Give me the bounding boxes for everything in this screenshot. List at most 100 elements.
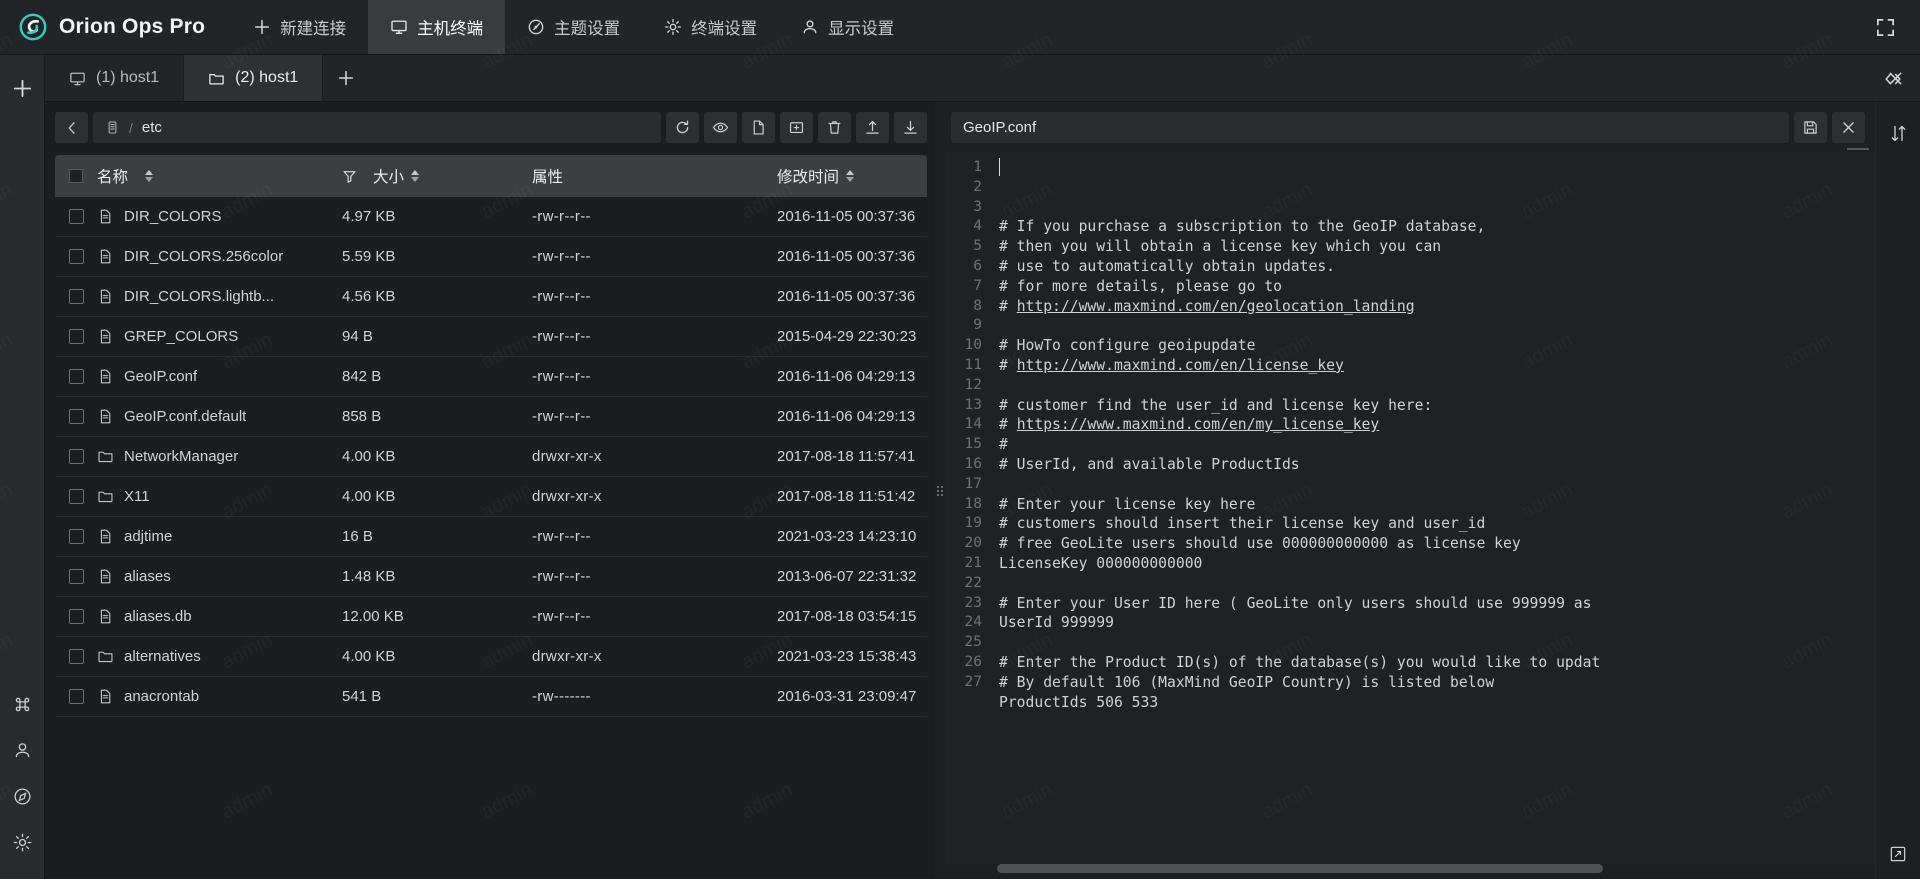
pane-splitter[interactable] [935, 102, 945, 879]
session-tab-1[interactable]: (1) host1 [45, 55, 184, 101]
code-line[interactable]: # customer find the user_id and license … [999, 396, 1875, 416]
editor-save-button[interactable] [1794, 112, 1827, 143]
cell-name[interactable]: adjtime [97, 528, 342, 545]
code-line[interactable] [999, 633, 1875, 653]
sort-toggle-name[interactable] [145, 170, 153, 182]
cell-name[interactable]: DIR_COLORS.lightb... [97, 288, 342, 305]
cell-name[interactable]: DIR_COLORS [97, 208, 342, 225]
cell-name[interactable]: alternatives [97, 648, 342, 665]
code-line[interactable]: # http://www.maxmind.com/en/geolocation_… [999, 297, 1875, 317]
table-row[interactable]: DIR_COLORS.lightb...4.56 KB-rw-r--r--201… [55, 277, 927, 317]
table-row[interactable]: aliases.db12.00 KB-rw-r--r--2017-08-18 0… [55, 597, 927, 637]
code-line[interactable] [999, 732, 1875, 752]
code-line[interactable]: # HowTo configure geoipupdate [999, 336, 1875, 356]
cell-name[interactable]: aliases.db [97, 608, 342, 625]
code-line[interactable] [999, 376, 1875, 396]
table-row[interactable]: GeoIP.conf.default858 B-rw-r--r--2016-11… [55, 397, 927, 437]
expand-editor-button[interactable] [1879, 833, 1917, 875]
explore-button[interactable] [3, 775, 41, 817]
table-row[interactable]: GREP_COLORS94 B-rw-r--r--2015-04-29 22:3… [55, 317, 927, 357]
row-checkbox[interactable] [69, 569, 84, 584]
row-checkbox[interactable] [69, 529, 84, 544]
code-line[interactable]: ProductIds 506 533 [999, 693, 1875, 713]
code-line[interactable] [999, 316, 1875, 336]
row-checkbox[interactable] [69, 209, 84, 224]
path-breadcrumb[interactable]: / etc [93, 112, 661, 143]
refresh-button[interactable] [666, 112, 699, 143]
sort-toggle-size[interactable] [411, 170, 419, 182]
row-checkbox[interactable] [69, 689, 84, 704]
code-line[interactable]: # use to automatically obtain updates. [999, 257, 1875, 277]
code-line[interactable]: # By default 106 (MaxMind GeoIP Country)… [999, 673, 1875, 693]
editor-resize-grip[interactable] [1847, 148, 1869, 150]
table-row[interactable]: X114.00 KBdrwxr-xr-x2017-08-18 11:51:42 [55, 477, 927, 517]
row-checkbox[interactable] [69, 649, 84, 664]
cell-name[interactable]: GREP_COLORS [97, 328, 342, 345]
column-header-size[interactable]: 大小 [342, 165, 532, 187]
code-line[interactable]: # If you purchase a subscription to the … [999, 217, 1875, 237]
code-link[interactable]: http://www.maxmind.com/en/geolocation_la… [1017, 298, 1415, 315]
code-view-toggle[interactable] [1874, 55, 1912, 102]
code-line[interactable]: LicenseKey 000000000000 [999, 554, 1875, 574]
table-row[interactable]: anacrontab541 B-rw-------2016-03-31 23:0… [55, 677, 927, 717]
fullscreen-button[interactable] [1866, 8, 1904, 46]
code-line[interactable]: # http://www.maxmind.com/en/license_key [999, 356, 1875, 376]
menu-item-host-terminal[interactable]: 主机终端 [368, 0, 505, 54]
command-button[interactable] [3, 683, 41, 725]
code-line[interactable] [999, 475, 1875, 495]
editor-code-area[interactable]: # If you purchase a subscription to the … [991, 152, 1875, 864]
code-icon-button[interactable] [1874, 60, 1912, 98]
menu-item-new-connection[interactable]: 新建连接 [231, 0, 368, 54]
back-button[interactable] [55, 112, 88, 143]
code-line[interactable]: # free GeoLite users should use 00000000… [999, 534, 1875, 554]
upload-button[interactable] [856, 112, 889, 143]
table-row[interactable]: DIR_COLORS.256color5.59 KB-rw-r--r--2016… [55, 237, 927, 277]
new-folder-button[interactable] [780, 112, 813, 143]
session-tab-2[interactable]: (2) host1 [184, 55, 323, 101]
code-line[interactable]: UserId 999999 [999, 613, 1875, 633]
row-checkbox[interactable] [69, 369, 84, 384]
code-line[interactable]: # Enter the Product ID(s) of the databas… [999, 653, 1875, 673]
table-row[interactable]: GeoIP.conf842 B-rw-r--r--2016-11-06 04:2… [55, 357, 927, 397]
table-row[interactable]: alternatives4.00 KBdrwxr-xr-x2021-03-23 … [55, 637, 927, 677]
menu-item-display-settings[interactable]: 显示设置 [779, 0, 916, 54]
row-checkbox[interactable] [69, 609, 84, 624]
cell-name[interactable]: NetworkManager [97, 448, 342, 465]
editor-filename[interactable]: GeoIP.conf [951, 112, 1789, 143]
new-file-button[interactable] [742, 112, 775, 143]
select-all-checkbox[interactable] [69, 169, 83, 183]
row-checkbox[interactable] [69, 329, 84, 344]
show-hidden-button[interactable] [704, 112, 737, 143]
cell-name[interactable]: aliases [97, 568, 342, 585]
cell-name[interactable]: DIR_COLORS.256color [97, 248, 342, 265]
transfer-list-button[interactable] [1879, 112, 1917, 154]
code-line[interactable]: # for more details, please go to [999, 277, 1875, 297]
code-line[interactable]: # https://www.maxmind.com/en/my_license_… [999, 415, 1875, 435]
code-line[interactable]: # UserId, and available ProductIds [999, 455, 1875, 475]
cell-name[interactable]: anacrontab [97, 688, 342, 705]
table-row[interactable]: aliases1.48 KB-rw-r--r--2013-06-07 22:31… [55, 557, 927, 597]
code-link[interactable]: https://www.maxmind.com/en/my_license_ke… [1017, 416, 1380, 433]
code-line[interactable] [999, 712, 1875, 732]
table-row[interactable]: adjtime16 B-rw-r--r--2021-03-23 14:23:10 [55, 517, 927, 557]
code-line[interactable]: # [999, 435, 1875, 455]
table-row[interactable]: NetworkManager4.00 KBdrwxr-xr-x2017-08-1… [55, 437, 927, 477]
code-link[interactable]: http://www.maxmind.com/en/license_key [1017, 357, 1344, 374]
delete-button[interactable] [818, 112, 851, 143]
scrollbar-thumb[interactable] [997, 864, 1603, 873]
sort-toggle-mtime[interactable] [846, 170, 854, 182]
row-checkbox[interactable] [69, 489, 84, 504]
cell-name[interactable]: X11 [97, 488, 342, 505]
cell-name[interactable]: GeoIP.conf [97, 368, 342, 385]
table-row[interactable]: DIR_COLORS4.97 KB-rw-r--r--2016-11-05 00… [55, 197, 927, 237]
download-button[interactable] [894, 112, 927, 143]
code-line[interactable]: # Enter your license key here [999, 495, 1875, 515]
account-button[interactable] [3, 729, 41, 771]
row-checkbox[interactable] [69, 249, 84, 264]
row-checkbox[interactable] [69, 289, 84, 304]
editor-close-button[interactable] [1832, 112, 1865, 143]
row-checkbox[interactable] [69, 409, 84, 424]
code-line[interactable]: # customers should insert their license … [999, 514, 1875, 534]
filter-icon[interactable] [342, 169, 357, 184]
cell-name[interactable]: GeoIP.conf.default [97, 408, 342, 425]
